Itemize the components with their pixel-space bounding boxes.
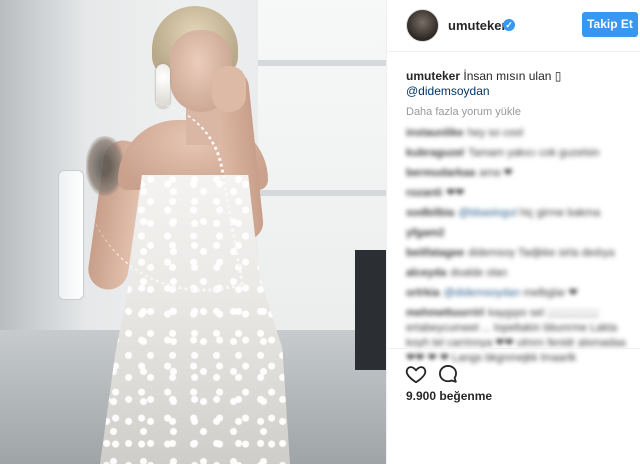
- wall-phone: [58, 170, 84, 300]
- heart-icon[interactable]: [405, 363, 427, 385]
- photo-window-frame: [258, 190, 386, 196]
- figure-hand: [212, 66, 246, 112]
- comment-text: ❤❤: [446, 187, 465, 199]
- comment-item: kubraguzel Tamam yakıcı cok guzelsin: [406, 146, 634, 161]
- caption: umuteker İnsan mısın ulan ▯: [406, 68, 634, 84]
- comment-mention-link[interactable]: @bbaslogul: [458, 207, 516, 219]
- comment-item: orlrkia @didemsoydan melbglar ❤: [406, 286, 634, 301]
- comment-item: beitfatagee didemsoy Tadjkke sirla dedıya: [406, 246, 634, 261]
- comment-username[interactable]: alceyda: [406, 267, 446, 279]
- comment-username[interactable]: mehmettuurrirl: [406, 307, 484, 319]
- comment-text: hey so cool: [467, 127, 524, 139]
- comment-list: instaunlike hey so cool kubraguzel Tamam ya…: [406, 126, 634, 371]
- comment-username[interactable]: kubraguzel: [406, 147, 464, 159]
- follow-button[interactable]: Takip Et: [582, 12, 638, 37]
- comment-item: sodbilbia @bbaslogul hiç girme bakma: [406, 206, 634, 221]
- header-username[interactable]: umuteker: [448, 18, 507, 33]
- comment-text: Tamam yakıcı cok guzelsin: [468, 147, 600, 159]
- like-count[interactable]: 9.900 beğenme: [406, 389, 492, 403]
- photo-dark-panel: [355, 250, 386, 370]
- comment-mention-link[interactable]: @didemsoydan: [444, 287, 521, 299]
- photo-window-frame: [258, 60, 386, 66]
- comment-item: instaunlike hey so cool: [406, 126, 634, 141]
- comment-username[interactable]: instaunlike: [406, 127, 463, 139]
- comment-item: alceyda doalde olan: [406, 266, 634, 281]
- comment-item: yfgam2: [406, 226, 634, 241]
- caption-username[interactable]: umuteker: [406, 69, 460, 83]
- comment-username[interactable]: bermudarkaa: [406, 167, 475, 179]
- post-photo[interactable]: [0, 0, 386, 464]
- comment-username[interactable]: rozanti: [406, 187, 442, 199]
- comment-text: ama ❤: [479, 167, 513, 179]
- comment-username[interactable]: beitfatagee: [406, 247, 464, 259]
- verified-badge-icon: ✓: [503, 19, 515, 31]
- caption-mention-link[interactable]: @didemsoydan: [406, 84, 490, 98]
- comment-text: melbglar ❤: [523, 287, 578, 299]
- comment-bubble-icon[interactable]: [437, 363, 459, 385]
- avatar[interactable]: [406, 9, 439, 42]
- comment-username[interactable]: sodbilbia: [406, 207, 454, 219]
- post-side-panel: umuteker ✓ Takip Et umuteker İnsan mısın…: [386, 0, 640, 464]
- post-header: umuteker ✓ Takip Et: [387, 0, 640, 52]
- action-bar: 9.900 beğenme: [387, 348, 640, 460]
- comment-text: doalde olan: [450, 267, 508, 279]
- caption-text: İnsan mısın ulan ▯: [463, 69, 562, 83]
- figure-earring: [156, 64, 170, 108]
- comment-username[interactable]: yfgam2: [406, 227, 445, 239]
- comment-item: rozanti ❤❤: [406, 186, 634, 201]
- comment-text: didemsoy Tadjkke sirla dedıya: [468, 247, 615, 259]
- comment-item: bermudarkaa ama ❤: [406, 166, 634, 181]
- load-more-comments-link[interactable]: Daha fazla yorum yükle: [406, 106, 521, 118]
- comment-text: hiç girme bakma: [519, 207, 601, 219]
- comment-username[interactable]: orlrkia: [406, 287, 440, 299]
